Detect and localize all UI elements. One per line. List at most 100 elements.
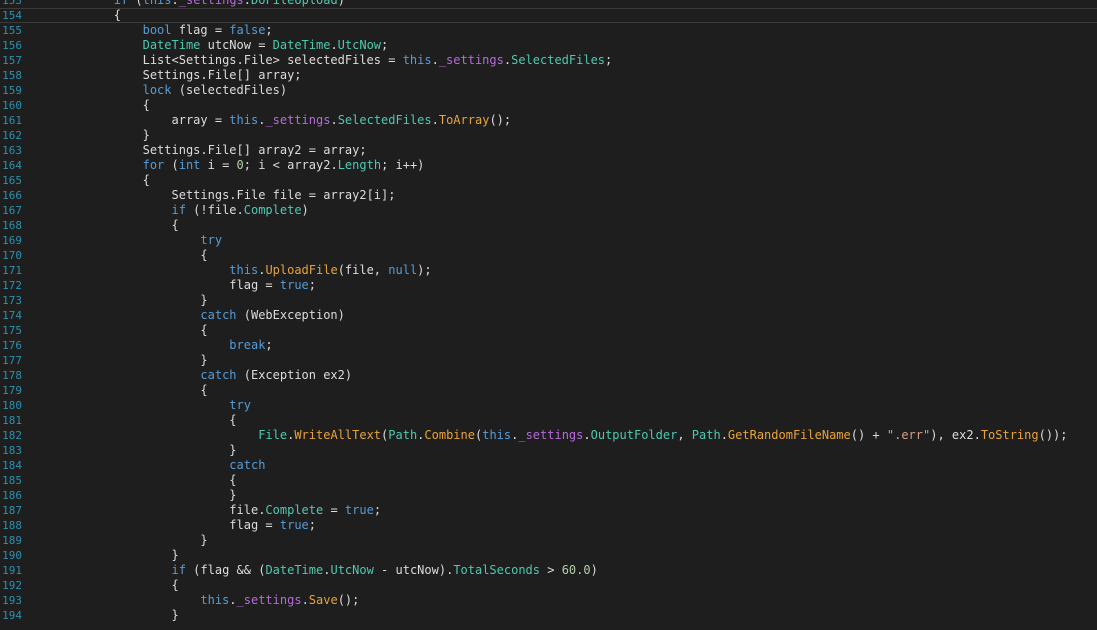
code-token: ,	[677, 428, 692, 442]
code-token: Settings.File[] array2 = array;	[142, 143, 367, 157]
code-token: TotalSeconds	[453, 563, 541, 577]
code-line[interactable]: 170 {	[0, 248, 1097, 263]
code-line[interactable]: 173 }	[0, 293, 1097, 308]
code-line[interactable]: 185 {	[0, 473, 1097, 488]
code-token: this	[200, 593, 230, 607]
code-line[interactable]: 176 break;	[0, 338, 1097, 353]
code-token: this	[229, 113, 259, 127]
code-line[interactable]: 159 lock (selectedFiles)	[0, 83, 1097, 98]
line-number: 163	[2, 144, 22, 157]
code-token: .	[171, 0, 179, 7]
line-number: 157	[2, 54, 22, 67]
code-token: OutputFolder	[590, 428, 678, 442]
code-token: ;	[265, 23, 273, 37]
code-token: if	[171, 203, 186, 217]
line-number: 177	[2, 354, 22, 367]
code-line[interactable]: 153 if (this._settings.DoFileUpload)	[0, 0, 1097, 8]
code-line[interactable]: 160 {	[0, 98, 1097, 113]
code-line[interactable]: 181 {	[0, 413, 1097, 428]
code-token: >	[540, 563, 562, 577]
code-text: flag = true;	[27, 518, 316, 533]
code-text: DateTime utcNow = DateTime.UtcNow;	[27, 38, 389, 53]
code-line[interactable]: 162 }	[0, 128, 1097, 143]
code-line[interactable]: 167 if (!file.Complete)	[0, 203, 1097, 218]
code-line[interactable]: 194 }	[0, 608, 1097, 623]
code-token: .	[229, 593, 237, 607]
code-token: - utcNow).	[373, 563, 454, 577]
code-line[interactable]: 179 {	[0, 383, 1097, 398]
code-lines[interactable]: 153 if (this._settings.DoFileUpload) 154 …	[0, 0, 1097, 623]
code-line[interactable]: 191 if (flag && (DateTime.UtcNow - utcNo…	[0, 563, 1097, 578]
code-token: _settings	[518, 428, 584, 442]
code-line[interactable]: 158 Settings.File[] array;	[0, 68, 1097, 83]
code-token: this	[482, 428, 512, 442]
code-token: ;	[308, 278, 317, 292]
code-text: if (!file.Complete)	[27, 203, 309, 218]
line-number: 184	[2, 459, 22, 472]
code-text: }	[27, 548, 179, 563]
code-line[interactable]: 188 flag = true;	[0, 518, 1097, 533]
code-text: {	[27, 173, 150, 188]
code-text: {	[27, 383, 207, 398]
code-line[interactable]: 157 List<Settings.File> selectedFiles = …	[0, 53, 1097, 68]
code-line[interactable]: 189 }	[0, 533, 1097, 548]
code-token: Path	[388, 428, 418, 442]
code-line[interactable]: 193 this._settings.Save();	[0, 593, 1097, 608]
code-token: File	[258, 428, 288, 442]
code-line[interactable]: 180 try	[0, 398, 1097, 413]
code-text: catch	[27, 458, 265, 473]
code-text: if (this._settings.DoFileUpload)	[27, 0, 345, 8]
code-line[interactable]: 165 {	[0, 173, 1097, 188]
code-token: ), ex2.	[930, 428, 981, 442]
code-line[interactable]: 169 try	[0, 233, 1097, 248]
code-line[interactable]: 172 flag = true;	[0, 278, 1097, 293]
code-line[interactable]: 175 {	[0, 323, 1097, 338]
code-line[interactable]: 187 file.Complete = true;	[0, 503, 1097, 518]
code-token: _settings	[178, 0, 244, 7]
code-line[interactable]: 186 }	[0, 488, 1097, 503]
code-line[interactable]: 190 }	[0, 548, 1097, 563]
code-line[interactable]: 182 File.WriteAllText(Path.Combine(this.…	[0, 428, 1097, 443]
code-token: {	[200, 248, 208, 262]
code-line[interactable]: 192 {	[0, 578, 1097, 593]
line-number: 176	[2, 339, 22, 352]
line-number: 165	[2, 174, 22, 187]
code-token: i =	[200, 158, 237, 172]
code-line[interactable]: 154 {	[0, 8, 1097, 23]
code-line[interactable]: 164 for (int i = 0; i < array2.Length; i…	[0, 158, 1097, 173]
code-line[interactable]: 155 bool flag = false;	[0, 23, 1097, 38]
code-token: .	[503, 53, 512, 67]
code-line[interactable]: 183 }	[0, 443, 1097, 458]
line-number: 172	[2, 279, 22, 292]
code-line[interactable]: 161 array = this._settings.SelectedFiles…	[0, 113, 1097, 128]
code-token: .	[720, 428, 728, 442]
code-line[interactable]: 174 catch (WebException)	[0, 308, 1097, 323]
code-text: {	[27, 8, 121, 23]
code-line[interactable]: 171 this.UploadFile(file, null);	[0, 263, 1097, 278]
code-line[interactable]: 184 catch	[0, 458, 1097, 473]
line-number: 190	[2, 549, 22, 562]
code-line[interactable]: 168 {	[0, 218, 1097, 233]
code-token: DateTime	[142, 38, 201, 52]
code-text: {	[27, 413, 236, 428]
code-text: }	[27, 128, 150, 143]
code-token: List<Settings.File> selectedFiles =	[142, 53, 403, 67]
code-line[interactable]: 156 DateTime utcNow = DateTime.UtcNow;	[0, 38, 1097, 53]
code-line[interactable]: 178 catch (Exception ex2)	[0, 368, 1097, 383]
code-token: Settings.File file = array2[i];	[171, 188, 396, 202]
code-editor[interactable]: 153 if (this._settings.DoFileUpload) 154 …	[0, 0, 1097, 630]
code-line[interactable]: 163 Settings.File[] array2 = array;	[0, 143, 1097, 158]
code-token: 60.0	[561, 563, 591, 577]
line-number: 182	[2, 429, 22, 442]
code-line[interactable]: 177 }	[0, 353, 1097, 368]
code-line[interactable]: 166 Settings.File file = array2[i];	[0, 188, 1097, 203]
line-number: 175	[2, 324, 22, 337]
code-token: )	[337, 0, 345, 7]
